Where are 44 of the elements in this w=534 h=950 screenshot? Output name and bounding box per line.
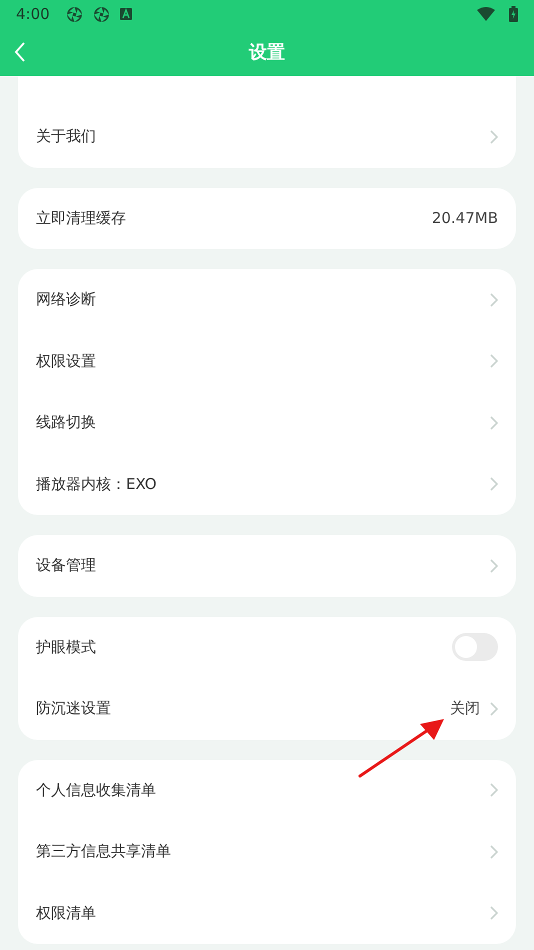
row-label: 关于我们	[36, 127, 96, 146]
settings-row[interactable]: 立即清理缓存 20.47MB	[18, 188, 516, 249]
chevron-icon	[490, 416, 498, 430]
settings-row[interactable]: 护眼模式	[18, 616, 516, 678]
chevron-icon	[490, 477, 498, 492]
notification-icon	[92, 6, 110, 22]
status-time: 4:00	[16, 5, 50, 23]
chevron-icon	[490, 783, 498, 798]
row-label: 护眼模式	[36, 638, 96, 657]
wifi-icon	[477, 7, 495, 21]
row-value: 关闭	[450, 699, 480, 718]
row-label: 个人信息收集清单	[36, 780, 156, 800]
row-label: 防沉迷设置	[36, 699, 111, 718]
row-label: 网络诊断	[36, 290, 96, 310]
row-label: 播放器内核：EXO	[36, 474, 157, 494]
row-label: 权限设置	[36, 352, 96, 371]
chevron-icon	[490, 702, 498, 716]
settings-row[interactable]: 关于我们	[18, 106, 516, 168]
settings-row[interactable]: 网络诊断	[18, 269, 516, 330]
settings-row[interactable]: 权限清单	[18, 882, 516, 944]
row-label: 线路切换	[36, 413, 96, 432]
chevron-icon	[490, 292, 498, 307]
settings-row[interactable]: 设备管理	[18, 535, 516, 596]
chevron-icon	[490, 354, 498, 368]
settings-row[interactable]: 线路切换	[18, 392, 516, 454]
notification-icon	[66, 6, 83, 22]
row-value: 20.47MB	[432, 209, 498, 228]
row-label: 权限清单	[36, 904, 96, 923]
chevron-icon	[490, 558, 498, 573]
chevron-icon	[490, 130, 498, 144]
page-title: 设置	[249, 41, 285, 64]
settings-row[interactable]: 权限设置	[18, 330, 516, 392]
chevron-icon	[490, 906, 498, 920]
settings-row[interactable]: 播放器内核：EXO	[18, 454, 516, 515]
back-icon[interactable]	[14, 42, 26, 62]
settings-row[interactable]: 防沉迷设置 关闭	[18, 678, 516, 740]
battery-icon	[509, 6, 518, 22]
chevron-icon	[490, 844, 498, 859]
row-label: 第三方信息共享清单	[36, 842, 171, 862]
keyboard-icon	[120, 8, 132, 20]
row-label: 立即清理缓存	[36, 208, 126, 228]
row-label: 设备管理	[36, 556, 96, 576]
settings-row[interactable]: 个人信息收集清单	[18, 760, 516, 821]
settings-row[interactable]: 第三方信息共享清单	[18, 821, 516, 882]
